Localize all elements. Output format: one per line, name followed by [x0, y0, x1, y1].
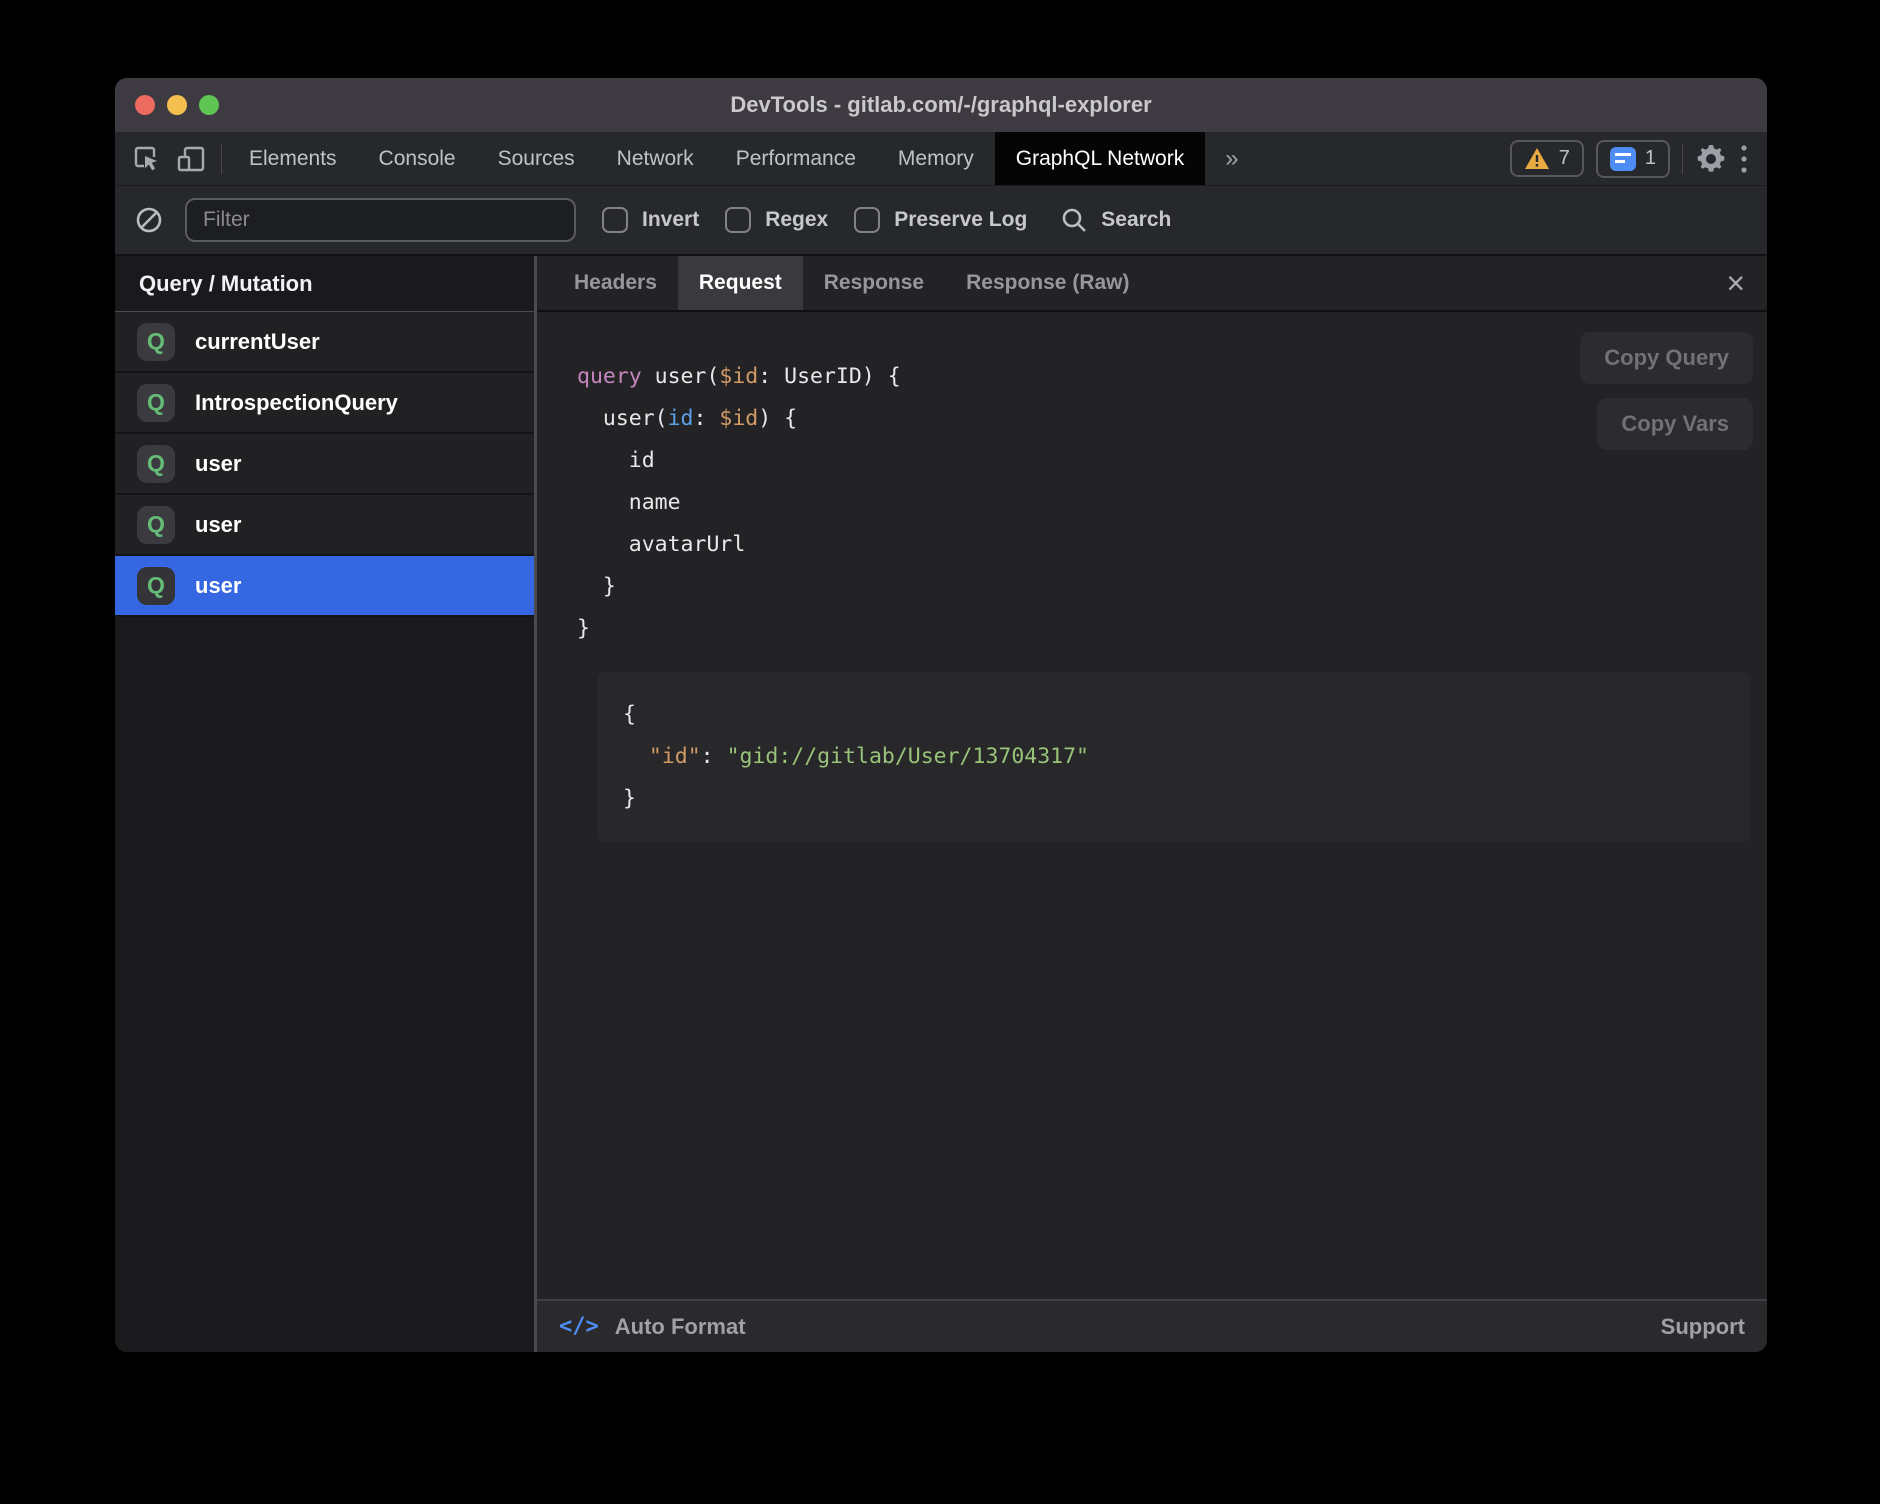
settings-gear-icon[interactable] — [1695, 143, 1727, 175]
more-options-icon[interactable] — [1739, 142, 1749, 176]
panel-footer: </> Auto Format Support — [537, 1299, 1767, 1352]
auto-format-control[interactable]: </> Auto Format — [559, 1314, 746, 1340]
tab-headers[interactable]: Headers — [553, 256, 678, 310]
query-type-badge: Q — [137, 323, 175, 361]
tab-network[interactable]: Network — [596, 132, 715, 185]
devtools-window: DevTools - gitlab.com/-/graphql-explorer… — [115, 78, 1767, 1352]
status-separator — [1682, 144, 1683, 174]
list-item-user-1[interactable]: Q user — [115, 434, 534, 495]
query-type-badge: Q — [137, 567, 175, 605]
list-item-label: user — [195, 573, 241, 599]
tab-elements[interactable]: Elements — [228, 132, 358, 185]
list-item-label: user — [195, 512, 241, 538]
invert-label: Invert — [642, 208, 699, 232]
warning-icon — [1524, 147, 1550, 170]
filter-input[interactable] — [185, 198, 576, 242]
tab-graphql-network[interactable]: GraphQL Network — [995, 132, 1205, 185]
query-list-panel: Query / Mutation Q currentUser Q Introsp… — [115, 256, 534, 1352]
list-item-user-3-selected[interactable]: Q user — [115, 556, 534, 617]
list-item-user-2[interactable]: Q user — [115, 495, 534, 556]
tab-console[interactable]: Console — [358, 132, 477, 185]
filter-toolbar: Invert Regex Preserve Log Search — [115, 186, 1767, 256]
tab-response-raw[interactable]: Response (Raw) — [945, 256, 1150, 310]
query-variables-box: { "id": "gid://gitlab/User/13704317"} — [597, 672, 1750, 842]
devtools-tabs: Elements Console Sources Network Perform… — [228, 132, 1259, 185]
inspect-element-icon[interactable] — [131, 144, 161, 174]
search-label: Search — [1101, 208, 1171, 232]
regex-checkbox-group: Regex — [725, 207, 828, 233]
regex-label: Regex — [765, 208, 828, 232]
preserve-log-checkbox-group: Preserve Log — [854, 207, 1027, 233]
detail-tabs: Headers Request Response Response (Raw) … — [537, 256, 1767, 312]
main-area: Query / Mutation Q currentUser Q Introsp… — [115, 256, 1767, 1352]
title-bar: DevTools - gitlab.com/-/graphql-explorer — [115, 78, 1767, 132]
messages-count: 1 — [1645, 147, 1656, 170]
warnings-badge[interactable]: 7 — [1510, 140, 1584, 177]
device-toolbar-icon[interactable] — [175, 144, 207, 174]
list-item-introspectionquery[interactable]: Q IntrospectionQuery — [115, 373, 534, 434]
tab-request[interactable]: Request — [678, 256, 803, 310]
list-item-currentuser[interactable]: Q currentUser — [115, 312, 534, 373]
devtools-tool-icons — [115, 132, 221, 185]
window-title: DevTools - gitlab.com/-/graphql-explorer — [115, 92, 1767, 118]
copy-query-button[interactable]: Copy Query — [1580, 332, 1753, 384]
tab-memory[interactable]: Memory — [877, 132, 995, 185]
list-item-label: IntrospectionQuery — [195, 390, 398, 416]
invert-checkbox-group: Invert — [602, 207, 699, 233]
tab-sources[interactable]: Sources — [477, 132, 596, 185]
auto-format-label: Auto Format — [615, 1314, 746, 1340]
preserve-log-label: Preserve Log — [894, 208, 1027, 232]
regex-checkbox[interactable] — [725, 207, 751, 233]
query-list-header: Query / Mutation — [115, 256, 534, 312]
request-content: Copy Query Copy Vars query user($id: Use… — [537, 312, 1767, 1299]
support-link[interactable]: Support — [1661, 1314, 1745, 1340]
copy-vars-button[interactable]: Copy Vars — [1597, 398, 1753, 450]
invert-checkbox[interactable] — [602, 207, 628, 233]
message-icon — [1610, 147, 1636, 171]
close-panel-icon[interactable]: × — [1726, 267, 1745, 299]
toolbar-separator — [221, 144, 222, 174]
detail-panel: Headers Request Response Response (Raw) … — [537, 256, 1767, 1352]
devtools-status-area: 7 1 — [1510, 132, 1767, 185]
search-control[interactable]: Search — [1061, 207, 1171, 233]
query-type-badge: Q — [137, 445, 175, 483]
messages-badge[interactable]: 1 — [1596, 140, 1670, 178]
tab-performance[interactable]: Performance — [715, 132, 877, 185]
tab-response[interactable]: Response — [803, 256, 945, 310]
devtools-tab-bar: Elements Console Sources Network Perform… — [115, 132, 1767, 186]
more-tabs-chevron-icon[interactable]: » — [1205, 132, 1258, 185]
list-item-label: currentUser — [195, 329, 320, 355]
list-item-label: user — [195, 451, 241, 477]
block-requests-icon[interactable] — [135, 206, 163, 234]
preserve-log-checkbox[interactable] — [854, 207, 880, 233]
warnings-count: 7 — [1559, 147, 1570, 170]
query-type-badge: Q — [137, 384, 175, 422]
search-icon — [1061, 207, 1087, 233]
copy-buttons: Copy Query Copy Vars — [1580, 332, 1753, 450]
query-type-badge: Q — [137, 506, 175, 544]
code-format-icon: </> — [559, 1314, 599, 1339]
